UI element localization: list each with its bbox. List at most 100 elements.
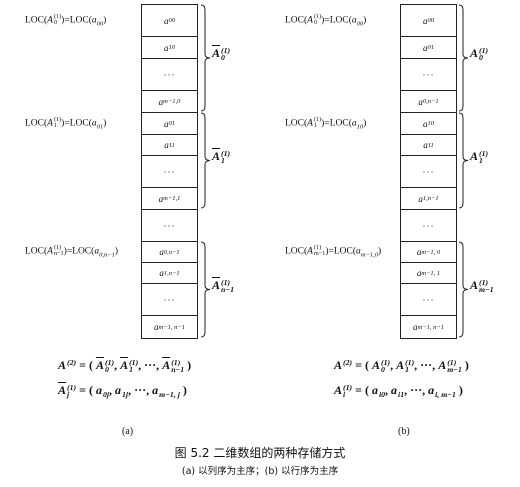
formula-symbol: A bbox=[334, 383, 343, 397]
loc-post: ) bbox=[114, 246, 118, 257]
loc-prefix: LOC( bbox=[25, 246, 48, 257]
formula-symbol: a bbox=[115, 383, 122, 397]
loc-base: A bbox=[47, 118, 53, 129]
loc-label: LOC(A (1) 0)=LOC(a00) bbox=[285, 14, 366, 27]
ellipsis-cell: ··· bbox=[142, 59, 197, 91]
formula-symbol: a bbox=[152, 383, 159, 397]
formula: A (1) i = ( a i0, a i1, ···, a i, m−1 ) bbox=[334, 383, 463, 400]
cell-subscript: 11 bbox=[168, 141, 175, 149]
cell-subscript: m−1, n−1 bbox=[417, 323, 444, 331]
cell-subscript: 00 bbox=[427, 17, 435, 24]
memory-column: a 00 a 01 ··· a 0,n−1 a 10 a 11 ··· a 1,n−1 ··· a m−1, 0… bbox=[400, 4, 457, 339]
formula: A (1) j = ( a 0j, a 1j, ···, a m−1, j ) bbox=[58, 383, 187, 400]
ellipsis-cell: ··· bbox=[401, 59, 456, 91]
loc-base: A bbox=[307, 246, 313, 257]
cell-subscript: 0,n−1 bbox=[422, 98, 439, 105]
subscript: 1 bbox=[405, 365, 409, 375]
formula-symbol: A bbox=[95, 358, 104, 372]
loc-label: LOC(A (1) m−1)=LOC(am−1,0) bbox=[285, 245, 381, 258]
formula-punct: = ( bbox=[76, 383, 96, 397]
formula-punct: ) bbox=[184, 358, 192, 372]
cell-subscript: 1,n−1 bbox=[422, 195, 439, 202]
formula-punct: ) bbox=[455, 383, 463, 397]
element-cell: a 00 bbox=[401, 5, 456, 37]
subscript: m−1, j bbox=[159, 390, 180, 400]
loc-prefix: LOC( bbox=[25, 15, 48, 26]
cell-subscript: 0,n−1 bbox=[163, 248, 180, 256]
element-cell: a 0,n−1 bbox=[401, 91, 456, 113]
cell-subscript: 10 bbox=[168, 44, 176, 51]
figure-caption: 图 5.2 二维数组的两种存储方式 bbox=[174, 446, 346, 460]
formula-punct: , ···, bbox=[404, 383, 429, 397]
loc-prefix: LOC( bbox=[285, 15, 308, 26]
subscript: n−1 bbox=[171, 365, 185, 375]
element-cell: a m−1, n−1 bbox=[401, 316, 456, 339]
group-base: A bbox=[470, 277, 479, 292]
element-cell: a 1,n−1 bbox=[142, 263, 197, 284]
formula-symbol: A bbox=[371, 358, 380, 372]
group-label: A (1) 1 bbox=[212, 149, 230, 165]
group-base: A bbox=[212, 46, 221, 60]
loc-label: LOC(A (1) 0)=LOC(a00) bbox=[25, 14, 106, 27]
formula-symbol: a bbox=[391, 383, 398, 397]
sup-sub: (1) m−1 bbox=[313, 245, 326, 257]
group-base: A bbox=[470, 46, 479, 60]
subscript bbox=[67, 366, 76, 373]
formula-punct: = ( bbox=[352, 358, 372, 372]
formula-symbol: A bbox=[334, 358, 343, 372]
memory-column: a 00 a 10 ··· a m−1,0 a 01 a 11 ··· a m−1,1 ··· a 0,n−1 a… bbox=[141, 4, 198, 339]
subscript bbox=[343, 366, 352, 373]
right-brace bbox=[200, 4, 211, 112]
loc-post: ) bbox=[363, 118, 367, 129]
subscript: m−1 bbox=[479, 284, 494, 294]
subscript: n−1 bbox=[221, 284, 234, 294]
figure-subcaption: (a) 以列序为主序；(b) 以行序为主序 bbox=[181, 466, 339, 477]
loc-mid: )=LOC( bbox=[321, 15, 352, 26]
loc-label: LOC(A (1) n−1)=LOC(a0,n−1) bbox=[25, 245, 118, 258]
sup-sub: (1) 1 bbox=[129, 359, 138, 374]
cell-subscript: 01 bbox=[427, 44, 435, 51]
sup-sub: (1) n−1 bbox=[171, 359, 185, 375]
subscript: m−1 bbox=[447, 365, 462, 375]
cell-subscript: m−1, 0 bbox=[421, 248, 441, 256]
cell-subscript: m−1, 1 bbox=[421, 269, 441, 277]
figure: 图 5.2 二维数组的两种存储方式 (a) 以列序为主序；(b) 以行序为主序 … bbox=[0, 0, 520, 487]
sup-sub: (2) bbox=[343, 359, 352, 373]
cell-subscript: 00 bbox=[168, 17, 176, 24]
element-cell: a 11 bbox=[401, 135, 456, 156]
formula: A (2) = ( A (1) 0, A (1) 1, ···, A (1) m−1 ) bbox=[334, 358, 469, 375]
formula-punct: = ( bbox=[352, 383, 372, 397]
loc-post: ) bbox=[103, 118, 107, 129]
cell-subscript: m−1,0 bbox=[163, 98, 181, 105]
element-cell: a m−1, n−1 bbox=[142, 316, 197, 339]
subscript: 0 bbox=[380, 365, 385, 375]
subscript: i bbox=[343, 390, 346, 400]
cell-subscript: m−1,1 bbox=[163, 195, 181, 202]
element-cell: a 01 bbox=[142, 113, 197, 135]
element-cell: a 10 bbox=[142, 37, 197, 59]
sup-sub: (1) j bbox=[67, 384, 76, 399]
group-label: A (1) n−1 bbox=[212, 278, 234, 294]
loc-label: LOC(A (1) 1)=LOC(a10) bbox=[285, 117, 367, 130]
group-base: A bbox=[470, 148, 479, 163]
right-brace bbox=[200, 112, 211, 209]
ellipsis-cell: ··· bbox=[401, 156, 456, 188]
subfigure-label: (a) bbox=[122, 426, 134, 437]
sup-sub: (1) i bbox=[343, 384, 352, 400]
subscript: 1 bbox=[221, 155, 225, 165]
subscript: 0 bbox=[221, 53, 225, 63]
ellipsis-cell: ··· bbox=[401, 210, 456, 242]
sup-sub: (1) 1 bbox=[479, 149, 488, 164]
sup-sub: (1) n−1 bbox=[54, 245, 64, 257]
ellipsis-cell: ··· bbox=[142, 156, 197, 188]
group-label: A (1) 0 bbox=[212, 46, 230, 63]
subscript: m−1 bbox=[313, 250, 326, 257]
formula-punct: = ( bbox=[76, 358, 96, 372]
formula-symbol: a bbox=[95, 383, 102, 397]
formula-symbol: A bbox=[162, 358, 171, 372]
loc-base: A bbox=[307, 118, 313, 129]
loc-prefix: LOC( bbox=[25, 118, 48, 129]
loc-label: LOC(A (1) 1)=LOC(a01) bbox=[25, 117, 107, 130]
element-cell: a m−1,0 bbox=[142, 91, 197, 113]
group-label: A (1) 0 bbox=[470, 46, 488, 62]
